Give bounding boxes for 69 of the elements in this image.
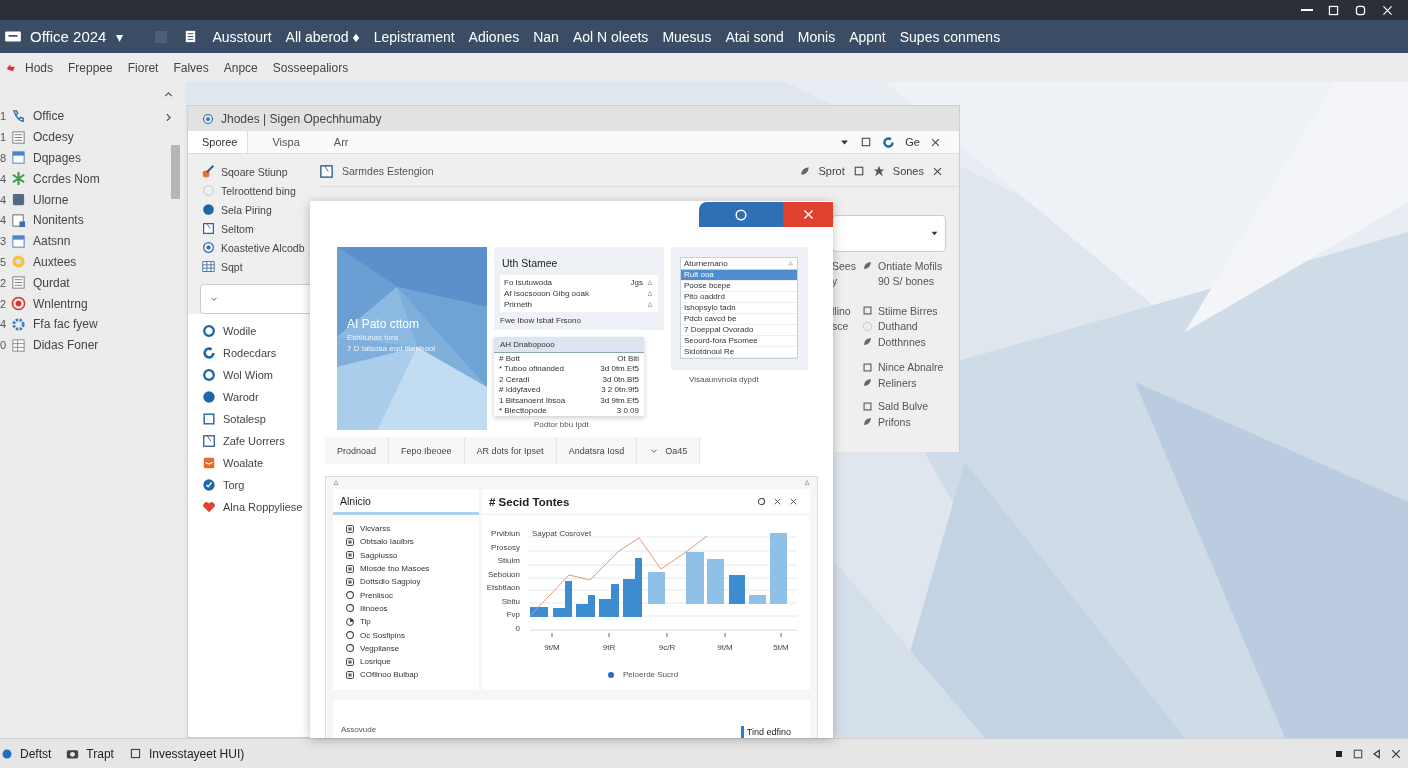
taskbar-item[interactable]: Invesstayeet HUI) [148,746,245,761]
menu-item[interactable]: Appnt [849,28,886,45]
menu-item[interactable]: Adiones [468,28,520,45]
item-number: 2 [0,297,6,310]
item-number: 1 [0,110,6,123]
sidebar-item[interactable]: Ulorne [33,192,69,207]
menu-item[interactable]: Lepistrament [373,28,455,45]
sidebar-item[interactable]: Auxtees [33,254,77,269]
restore-icon [1354,3,1367,17]
menu-item[interactable]: All aberod ♦ [285,28,360,45]
menu-item[interactable]: Monis [797,28,836,45]
sidebar-item[interactable]: Ccrdes Nom [33,171,100,186]
toolbar-item[interactable]: Anpce [223,60,258,75]
menu-item[interactable]: Supes conmens [899,28,1001,45]
item-number: 3 [0,235,6,248]
square-icon [11,192,26,208]
toolbar-item[interactable]: Fioret [127,60,159,75]
list-icon [11,275,26,291]
document-icon [11,212,26,228]
close-icon [1381,3,1394,17]
target-icon [11,296,26,312]
camera-icon [66,747,80,760]
scrollbar[interactable] [171,145,180,199]
item-number: 4 [0,193,6,206]
sidebar-item[interactable]: Qurdat [33,275,70,290]
square-icon [1352,747,1364,760]
status-dot-icon [1,747,13,760]
sidebar-item[interactable]: Nonitents [33,213,84,228]
toolbar-item[interactable]: Hods [25,60,53,75]
toolbar-item[interactable]: Sosseepaliors [272,60,349,75]
maximize-icon [1327,3,1340,17]
sidebar-item[interactable]: Wnlentrng [33,296,88,311]
item-number: 4 [0,214,6,227]
item-number: 5 [0,255,6,268]
item-number: 8 [0,152,6,164]
caret-icon[interactable]: ▾ [116,28,124,45]
taskbar-item[interactable]: Deftst [20,746,52,761]
sidebar-item[interactable]: Ffa fac fyew [33,317,98,332]
taskbar-item[interactable]: Trapt [86,746,114,761]
sidebar-item[interactable]: Aatsnn [33,234,71,249]
gear-icon [11,316,26,332]
square-icon [128,747,142,760]
item-number: 4 [0,318,6,331]
list-icon [11,129,26,145]
toolbar-item[interactable]: Freppee [68,60,113,75]
window-icon [11,233,26,249]
item-number: 2 [0,276,6,289]
phone-icon [11,108,26,124]
app-title[interactable]: Office 2024 [30,28,107,45]
menu-item[interactable]: Ausstourt [212,28,272,45]
menu-item[interactable]: Nan [533,28,559,45]
item-number: 4 [0,172,6,185]
back-icon [1371,747,1383,760]
sidebar-item[interactable]: Didas Foner [33,338,99,353]
close-icon [1390,747,1402,760]
sidebar-item[interactable]: Dqpages [33,151,82,165]
item-number: 1 [0,131,6,144]
menu-item[interactable]: Muesus [662,28,712,45]
coin-icon [11,254,26,270]
grid-icon [11,337,26,353]
sidebar-item[interactable]: Office [33,109,65,124]
item-number: 0 [0,339,6,352]
toolbar-item[interactable]: Falves [173,60,209,75]
sidebar-item[interactable]: Ocdesy [33,130,74,145]
flag-icon [6,62,16,73]
menu-item[interactable]: Aol N oleets [572,28,649,45]
menu-item[interactable]: Atai sond [725,28,784,45]
asterisk-icon [11,171,26,187]
window-icon [11,150,26,166]
